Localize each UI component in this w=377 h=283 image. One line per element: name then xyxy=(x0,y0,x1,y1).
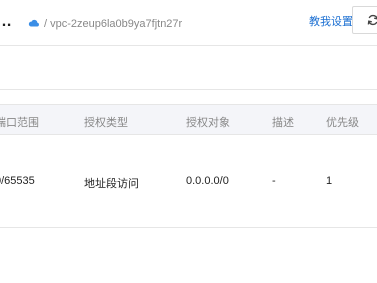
column-header-port-range[interactable]: 端口范围 xyxy=(0,114,39,130)
security-rule-table: 端口范围 授权类型 授权对象 描述 优先级 0/65535 地址段访问 0.0.… xyxy=(0,104,377,228)
refresh-icon xyxy=(367,14,377,26)
cloud-icon xyxy=(28,19,39,27)
column-header-priority[interactable]: 优先级 xyxy=(326,114,359,130)
refresh-button[interactable] xyxy=(352,6,377,34)
cell-description: - xyxy=(272,175,276,187)
cell-priority: 1 xyxy=(326,175,333,187)
column-header-auth-object[interactable]: 授权对象 xyxy=(186,114,230,130)
page-title: … xyxy=(0,13,13,31)
vpc-id-breadcrumb: / vpc-2zeup6la0b9ya7fjtn27r xyxy=(44,18,183,30)
column-header-description[interactable]: 描述 xyxy=(272,114,294,130)
cell-auth-type: 地址段访问 xyxy=(84,178,139,190)
toolbar-area xyxy=(0,46,377,90)
table-header: 端口范围 授权类型 授权对象 描述 优先级 xyxy=(0,104,377,135)
table-row: 0/65535 地址段访问 0.0.0.0/0 - 1 xyxy=(0,135,377,228)
column-header-auth-type[interactable]: 授权类型 xyxy=(84,114,128,130)
settings-guide-link[interactable]: 教我设置 xyxy=(309,13,353,29)
cell-auth-object: 0.0.0.0/0 xyxy=(186,175,229,187)
page-header: … / vpc-2zeup6la0b9ya7fjtn27r 教我设置 xyxy=(0,0,377,46)
cell-port-range: 0/65535 xyxy=(0,175,35,187)
